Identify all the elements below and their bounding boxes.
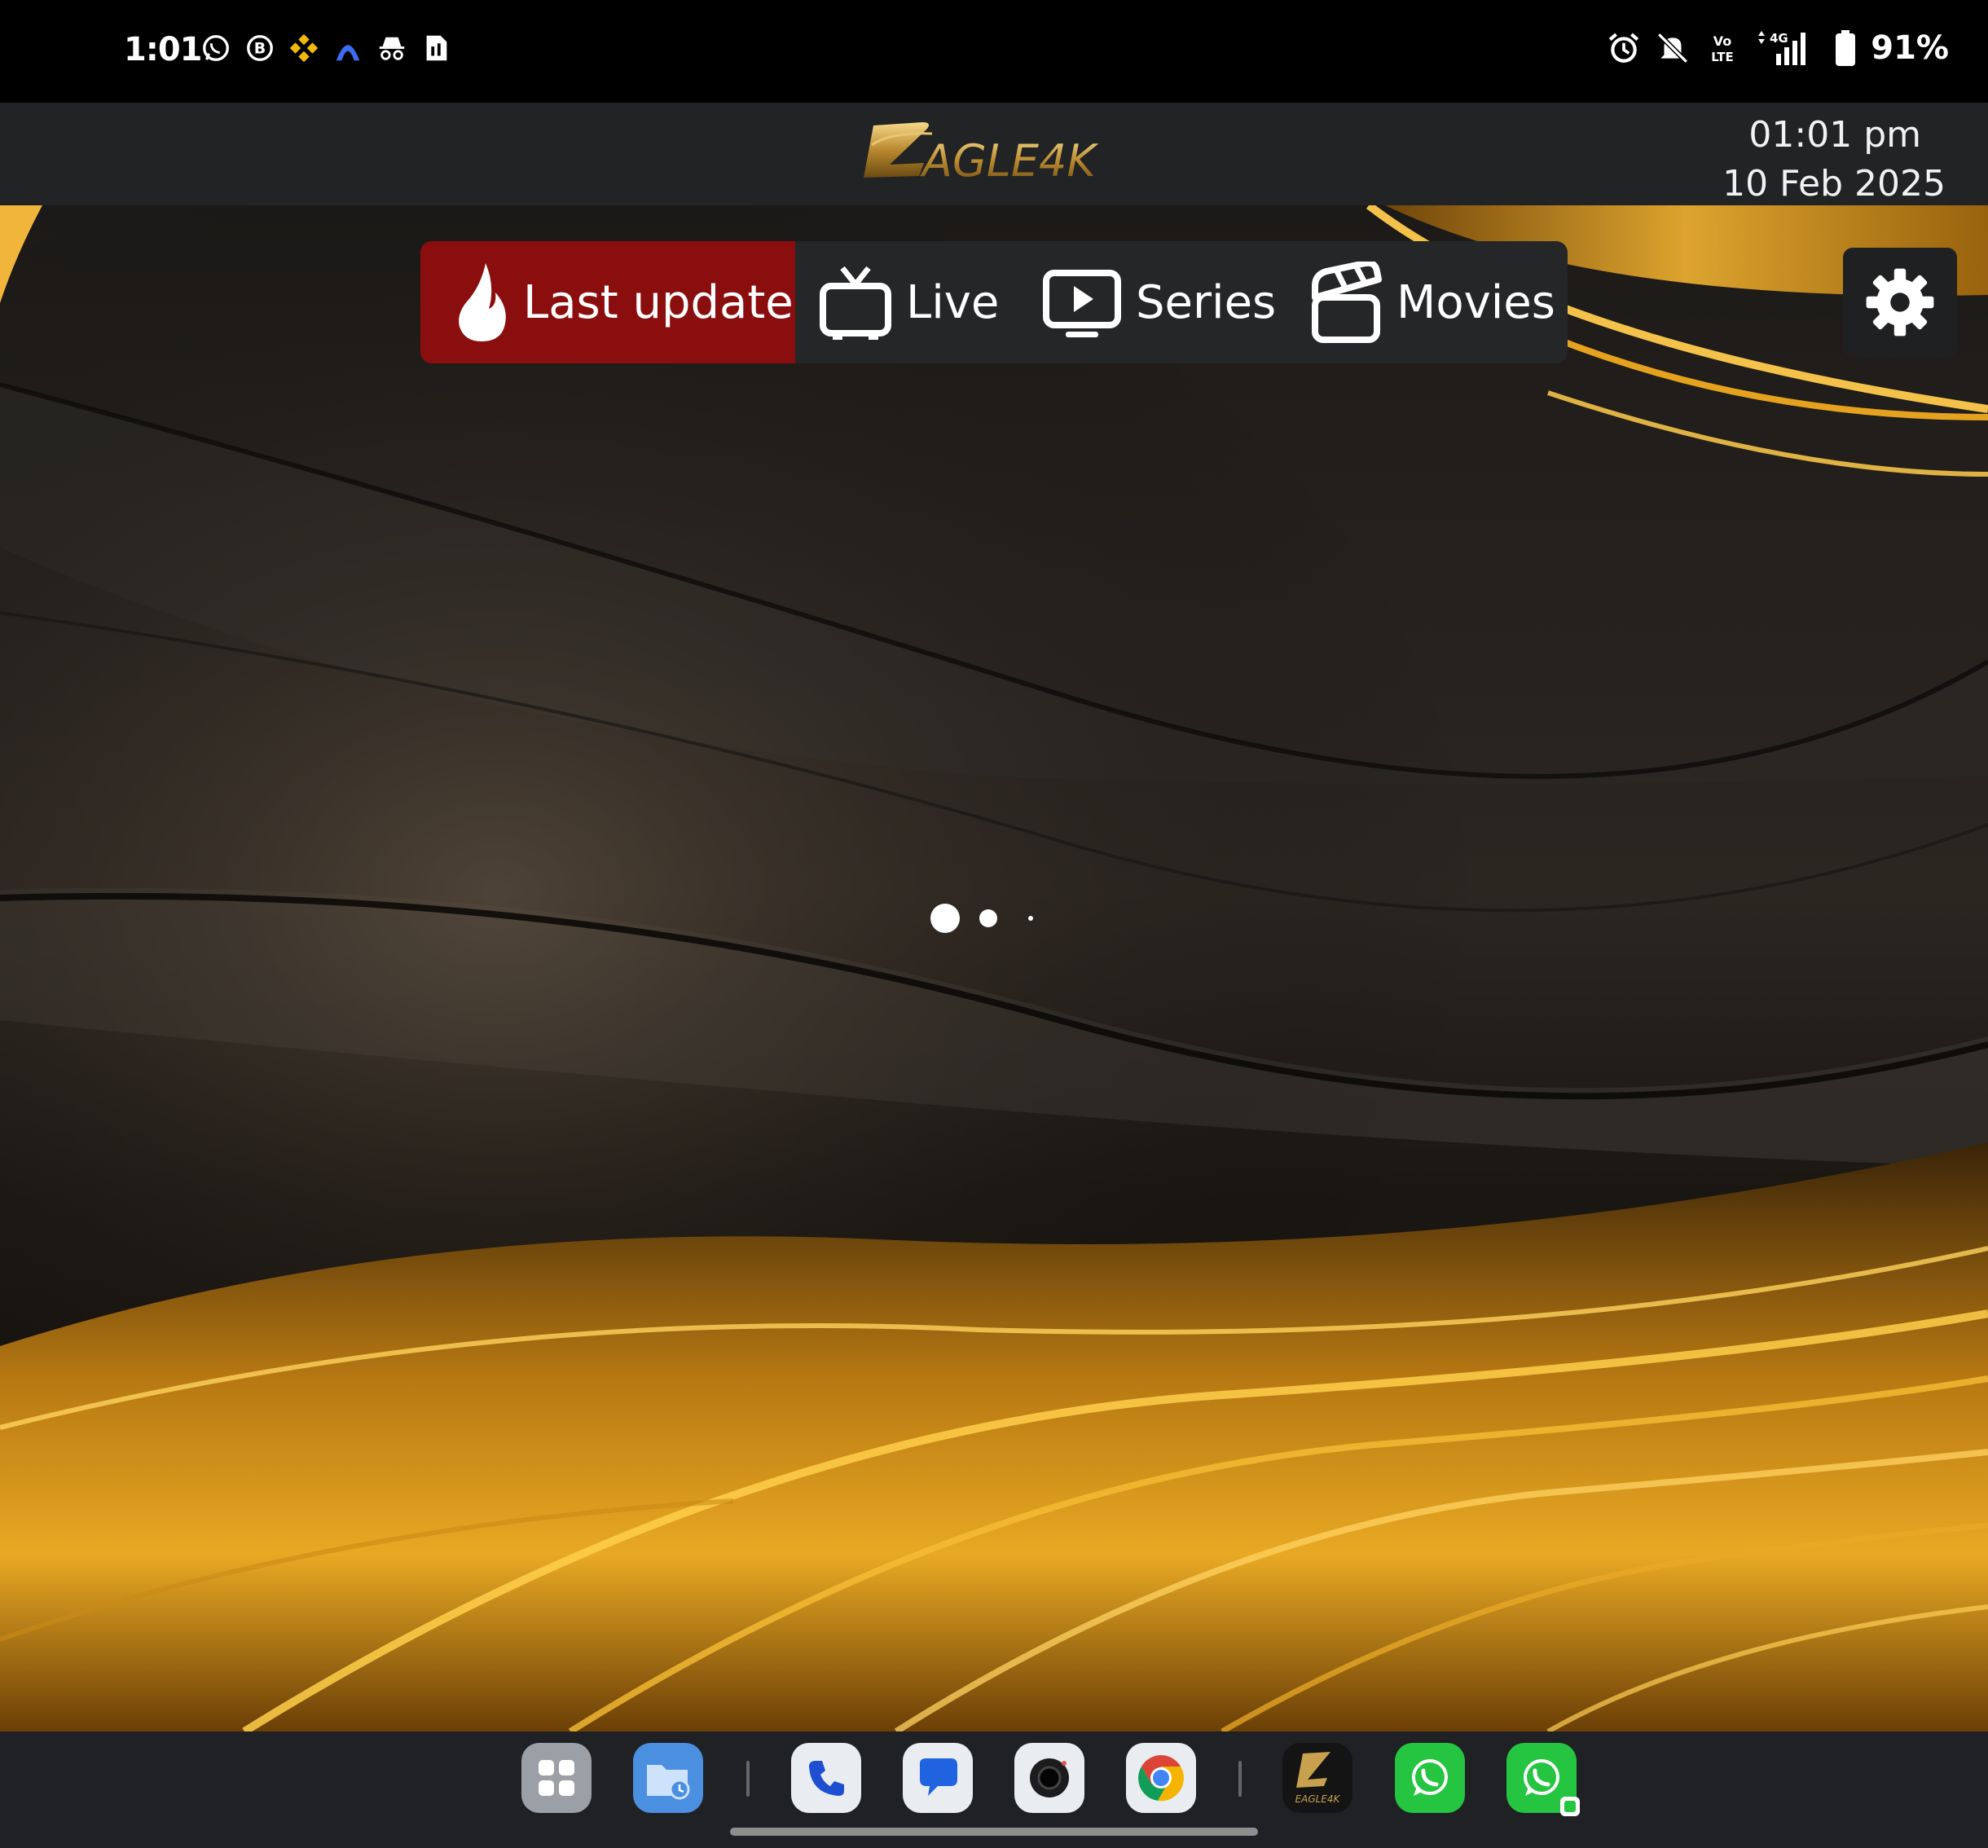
binance-icon: [289, 33, 319, 63]
eagle4k-logo: AGLE4K: [864, 122, 1098, 187]
tab-live-label: Live: [906, 275, 1000, 329]
recent-files-icon: [647, 1765, 690, 1800]
svg-text:LTE: LTE: [1711, 50, 1734, 64]
apps-grid-icon: [539, 1760, 574, 1796]
b-badge-icon: B: [247, 35, 273, 61]
chrome-app[interactable]: [1126, 1743, 1196, 1813]
tab-series[interactable]: Series: [1023, 241, 1292, 363]
header-time: 01:01 pm: [1748, 114, 1921, 156]
system-indicators: Vo LTE 4G 91%: [1607, 29, 1949, 67]
logo-text: AGLE4K: [920, 135, 1098, 187]
loading-indicator: [929, 901, 1043, 934]
loading-dot: [1028, 916, 1033, 921]
tab-last-update-label: Last update: [523, 275, 794, 329]
clapperboard-icon: [1312, 262, 1382, 343]
whatsapp-app[interactable]: [1395, 1743, 1465, 1813]
phone-icon: [809, 1761, 844, 1796]
tab-live[interactable]: Live: [795, 241, 1023, 363]
tab-movies[interactable]: Movies: [1292, 241, 1568, 363]
dock-separator: [1238, 1761, 1242, 1797]
loading-dot: [979, 909, 997, 927]
dock-separator: [746, 1761, 750, 1797]
header-clock: 01:01 pm 10 Feb 2025: [1722, 111, 1946, 209]
taskbar: EAGLE4K: [0, 1731, 1988, 1848]
tab-series-label: Series: [1136, 275, 1277, 329]
phone-app[interactable]: [791, 1743, 861, 1813]
status-bar: 1:01 B Vo LTE 4G 91%: [0, 0, 1988, 103]
messages-app[interactable]: [903, 1743, 973, 1813]
arch-app-icon: [336, 45, 360, 61]
alarm-icon: [1609, 33, 1639, 63]
eagle4k-app-icon: EAGLE4K: [1295, 1752, 1341, 1805]
flame-icon: [459, 263, 506, 341]
gold-wave-background: [0, 205, 1988, 1731]
gear-icon: [1866, 268, 1934, 337]
status-time: 1:01: [124, 31, 202, 68]
notification-icons: B: [200, 31, 451, 65]
sim-card-icon: [426, 35, 447, 61]
camera-icon: [1030, 1758, 1069, 1797]
play-screen-icon: [1043, 270, 1121, 337]
whatsapp-icon: [203, 35, 229, 61]
mute-bell-icon: [1657, 32, 1689, 64]
camera-app[interactable]: [1014, 1743, 1084, 1813]
apps-grid-button[interactable]: [521, 1743, 592, 1813]
battery-icon: [1836, 30, 1856, 66]
svg-text:Vo: Vo: [1713, 33, 1732, 49]
svg-text:B: B: [254, 40, 266, 58]
eagle4k-app[interactable]: EAGLE4K: [1282, 1743, 1352, 1813]
incognito-icon: [379, 37, 405, 60]
files-app[interactable]: [633, 1743, 703, 1813]
volte-icon: Vo LTE: [1711, 33, 1734, 64]
loading-dot: [930, 904, 960, 933]
header-date: 10 Feb 2025: [1722, 163, 1946, 205]
svg-text:EAGLE4K: EAGLE4K: [1295, 1793, 1341, 1805]
settings-button[interactable]: [1843, 248, 1957, 357]
dual-app-badge-icon: [1560, 1797, 1580, 1816]
tab-movies-label: Movies: [1396, 275, 1555, 329]
background-wallpaper: [0, 205, 1988, 1731]
signal-4g-icon: 4G: [1758, 31, 1806, 65]
main-nav-tabs: Last update Live Series Movies: [420, 241, 1568, 363]
svg-text:4G: 4G: [1770, 31, 1788, 46]
chrome-icon: [1138, 1755, 1184, 1802]
whatsapp-dual-app[interactable]: [1506, 1743, 1580, 1816]
tv-icon: [820, 266, 891, 340]
battery-percentage: 91%: [1871, 29, 1949, 67]
app-header: AGLE4K 01:01 pm 10 Feb 2025: [0, 103, 1988, 205]
home-gesture-bar[interactable]: [730, 1828, 1258, 1836]
whatsapp-icon: [1412, 1759, 1448, 1796]
tab-last-update[interactable]: Last update: [420, 241, 795, 363]
message-bubble-icon: [920, 1758, 957, 1796]
